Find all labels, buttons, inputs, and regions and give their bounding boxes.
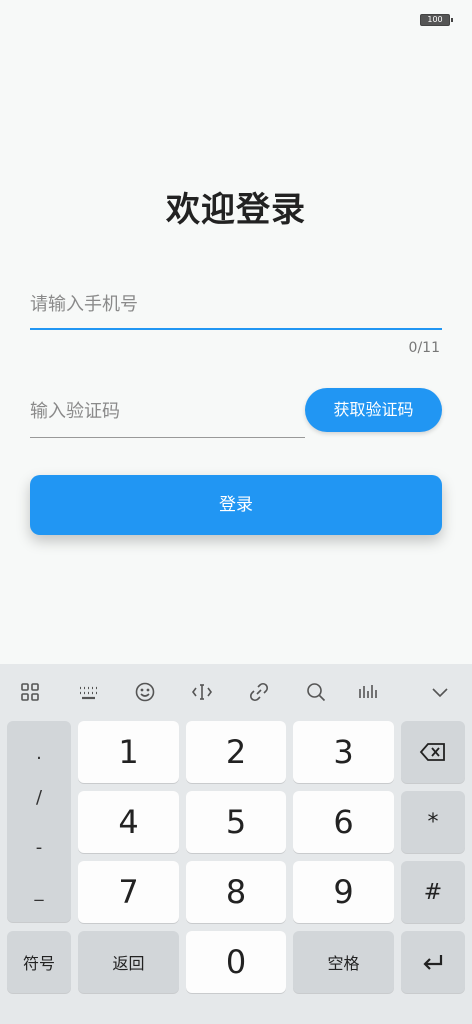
code-input[interactable] [30,388,305,434]
symbol-column[interactable]: . / - _ [7,721,71,922]
key-9[interactable]: 9 [293,861,394,923]
hash-key[interactable]: # [401,861,465,923]
emoji-icon[interactable] [130,678,160,706]
keyboard-toolbar [0,664,472,720]
enter-icon [423,955,443,970]
key-7[interactable]: 7 [78,861,179,923]
symbol-key-slash[interactable]: / [7,787,71,808]
key-4[interactable]: 4 [78,791,179,853]
code-field[interactable] [30,388,305,438]
search-icon[interactable] [301,678,331,706]
star-key[interactable]: * [401,791,465,853]
chevron-down-icon[interactable] [425,678,455,706]
get-code-button[interactable]: 获取验证码 [305,388,442,432]
key-6[interactable]: 6 [293,791,394,853]
key-5[interactable]: 5 [186,791,286,853]
phone-input[interactable] [30,282,442,326]
key-0[interactable]: 0 [186,931,286,993]
link-icon[interactable] [244,678,274,706]
battery-level: 100 [427,15,443,24]
phone-char-counter: 0/11 [408,340,440,356]
status-bar: 100 [0,0,472,40]
phone-field[interactable] [30,282,442,330]
space-key[interactable]: 空格 [293,931,394,993]
keyboard-icon[interactable] [73,678,103,706]
voice-bars-icon[interactable] [353,678,383,706]
key-1[interactable]: 1 [78,721,179,783]
page-title: 欢迎登录 [166,190,306,230]
key-8[interactable]: 8 [186,861,286,923]
cursor-icon[interactable] [187,678,217,706]
key-2[interactable]: 2 [186,721,286,783]
login-button[interactable]: 登录 [30,475,442,535]
battery-icon: 100 [420,14,453,26]
key-3[interactable]: 3 [293,721,394,783]
grid-icon[interactable] [15,678,45,706]
symbol-key-dot[interactable]: . [7,743,71,764]
backspace-key[interactable] [401,721,465,783]
symbol-key[interactable]: 符号 [7,931,71,993]
enter-key[interactable] [401,931,465,993]
symbol-key-dash[interactable]: - [7,837,71,858]
symbol-key-underscore[interactable]: _ [7,881,71,902]
back-key[interactable]: 返回 [78,931,179,993]
backspace-icon [419,743,445,761]
